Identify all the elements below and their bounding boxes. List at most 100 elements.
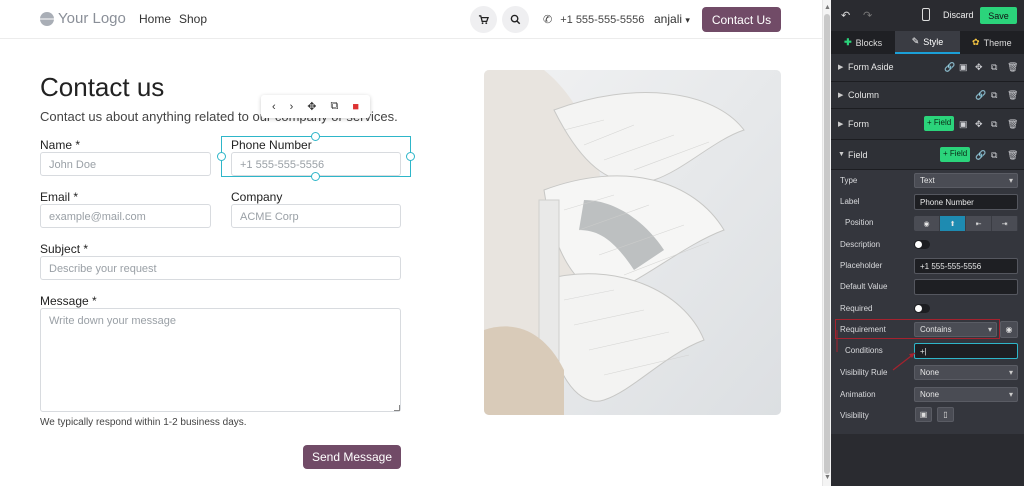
resize-handle-top[interactable] — [311, 132, 320, 141]
name-input[interactable]: John Doe — [40, 152, 211, 176]
save-button[interactable]: Save — [980, 7, 1017, 24]
eye-icon[interactable]: ◉ — [1000, 321, 1018, 338]
page-scrollbar[interactable]: ▲ ▼ — [822, 0, 831, 486]
position-right-icon[interactable]: ⇥ — [992, 216, 1018, 231]
mobile-preview-icon[interactable] — [922, 8, 930, 21]
visibility-rule-select[interactable]: None — [914, 365, 1018, 380]
message-textarea[interactable]: Write down your message — [40, 308, 401, 412]
chevron-left-icon[interactable]: ‹ — [272, 101, 276, 113]
trash-icon[interactable]: 🗑 — [1007, 90, 1018, 101]
duplicate-icon[interactable]: ⧉ — [331, 100, 339, 113]
user-menu[interactable]: anjali ▾ — [654, 12, 690, 26]
scrollbar-thumb[interactable] — [824, 14, 830, 474]
crosshair-icon[interactable]: ✥ — [975, 119, 983, 130]
duplicate-icon[interactable]: ⧉ — [991, 150, 997, 161]
email-input[interactable]: example@mail.com — [40, 204, 211, 228]
scroll-down-icon[interactable]: ▼ — [824, 474, 831, 481]
field-label-subject: Subject * — [40, 242, 89, 256]
section-form[interactable]: ▶ Form + Field ▣ ✥ ⧉ 🗑 — [831, 109, 1024, 140]
conditions-input[interactable]: +| — [914, 343, 1018, 359]
save-snippet-icon[interactable]: ▣ — [959, 119, 968, 130]
field-label-message: Message * — [40, 294, 97, 308]
search-button[interactable] — [502, 6, 529, 33]
send-message-button[interactable]: Send Message — [303, 445, 401, 469]
prop-label-requirement: Requirement — [840, 325, 886, 334]
resize-handle-right[interactable] — [406, 152, 415, 161]
redo-icon[interactable]: ↷ — [863, 9, 872, 22]
chevron-right-icon[interactable]: › — [290, 101, 294, 113]
section-column[interactable]: ▶ Column 🔗 ⧉ 🗑 — [831, 82, 1024, 109]
label-input[interactable]: Phone Number — [914, 194, 1018, 210]
brush-icon: ✎ — [911, 36, 920, 46]
subject-input[interactable]: Describe your request — [40, 256, 401, 280]
selected-field-outline — [217, 132, 415, 181]
cart-button[interactable] — [470, 6, 497, 33]
field-label-company: Company — [231, 190, 283, 204]
placeholder-input[interactable]: +1 555-555-5556 — [914, 258, 1018, 274]
prop-label-type: Type — [840, 176, 858, 185]
site-logo[interactable]: Your Logo — [40, 10, 126, 27]
requirement-select[interactable]: Contains — [914, 322, 997, 337]
trash-icon[interactable]: 🗑 — [1007, 150, 1018, 161]
page-title: Contact us — [40, 72, 165, 102]
save-snippet-icon[interactable]: ▣ — [959, 62, 968, 73]
prop-label-default: Default Value — [840, 282, 888, 291]
prop-label-placeholder: Placeholder — [840, 261, 883, 270]
resize-handle-bottom[interactable] — [311, 172, 320, 181]
editor-tabs: ✚ Blocks ✎ Style ✿ Theme — [831, 31, 1024, 54]
section-form-aside[interactable]: ▶ Form Aside 🔗 ▣ ✥ ⧉ 🗑 — [831, 54, 1024, 82]
prop-label-conditions: Conditions — [845, 346, 883, 355]
tab-theme[interactable]: ✿ Theme — [959, 31, 1024, 54]
add-field-button[interactable]: + Field — [940, 147, 971, 162]
phone-link[interactable]: ✆ +1 555-555-5556 — [543, 13, 644, 27]
description-toggle[interactable] — [914, 240, 930, 249]
caret-right-icon: ▶ — [838, 92, 844, 99]
discard-button[interactable]: Discard — [943, 10, 974, 20]
duplicate-icon[interactable]: ⧉ — [991, 62, 997, 73]
trash-icon[interactable]: ■ — [352, 101, 359, 113]
duplicate-icon[interactable]: ⧉ — [991, 90, 997, 101]
section-field[interactable]: ▼ Field + Field 🔗 ⧉ 🗑 — [831, 140, 1024, 170]
position-left-icon[interactable]: ⇤ — [966, 216, 992, 231]
company-input[interactable]: ACME Corp — [231, 204, 401, 228]
animation-select[interactable]: None — [914, 387, 1018, 402]
undo-icon[interactable]: ↶ — [841, 9, 850, 22]
editor-topbar: ↶ ↷ Discard Save — [831, 0, 1024, 31]
crosshair-icon[interactable]: ✥ — [975, 62, 983, 73]
mobile-visibility-icon[interactable]: ▯ — [937, 407, 954, 422]
type-select[interactable]: Text — [914, 173, 1018, 188]
trash-icon[interactable]: 🗑 — [1007, 62, 1018, 73]
duplicate-icon[interactable]: ⧉ — [991, 119, 997, 130]
resize-handle-left[interactable] — [217, 152, 226, 161]
required-toggle[interactable] — [914, 304, 930, 313]
building-image[interactable] — [484, 70, 781, 415]
palette-icon: ✿ — [972, 37, 980, 47]
response-time-note: We typically respond within 1-2 business… — [40, 417, 247, 428]
add-field-button[interactable]: + Field — [924, 116, 955, 131]
position-top-icon[interactable]: ⬆ — [940, 216, 966, 231]
caret-right-icon: ▶ — [838, 64, 844, 71]
cart-icon — [478, 15, 489, 25]
logo-text: Your Logo — [58, 10, 126, 27]
tab-style[interactable]: ✎ Style — [895, 31, 960, 54]
nav-link-shop[interactable]: Shop — [179, 12, 207, 26]
desktop-visibility-icon[interactable]: ▣ — [915, 407, 932, 422]
default-value-input[interactable] — [914, 279, 1018, 295]
contact-us-button[interactable]: Contact Us — [702, 7, 781, 32]
plus-icon: ✚ — [844, 37, 852, 47]
editor-sidebar: ↶ ↷ Discard Save ✚ Blocks ✎ Style ✿ Them… — [831, 0, 1024, 486]
link-icon[interactable]: 🔗 — [944, 62, 955, 73]
resize-handle-icon[interactable] — [394, 405, 400, 411]
section-title: Form Aside — [848, 62, 894, 72]
scroll-up-icon[interactable]: ▲ — [824, 4, 831, 11]
move-icon[interactable]: ✥ — [307, 100, 316, 113]
trash-icon[interactable]: 🗑 — [1007, 119, 1018, 130]
link-icon[interactable]: 🔗 — [975, 90, 986, 101]
search-icon — [510, 14, 521, 25]
tab-blocks[interactable]: ✚ Blocks — [831, 31, 896, 54]
prop-label-label: Label — [840, 197, 860, 206]
link-icon[interactable]: 🔗 — [975, 150, 986, 161]
nav-link-home[interactable]: Home — [139, 12, 171, 26]
section-title: Field — [848, 150, 868, 160]
eye-slash-icon[interactable]: ◉ — [914, 216, 940, 231]
